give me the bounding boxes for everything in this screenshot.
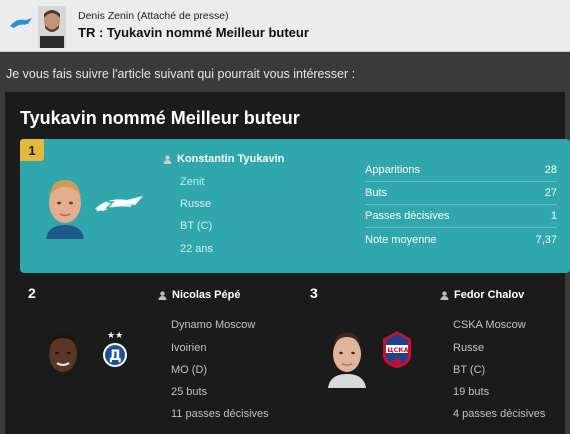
- stat-label: Apparitions: [365, 164, 421, 176]
- player-photo[interactable]: [40, 173, 90, 239]
- svg-text:Д: Д: [109, 348, 121, 364]
- rank-number: 2: [28, 285, 36, 301]
- svg-text:★★: ★★: [107, 331, 123, 341]
- player-position: MO (D): [171, 364, 208, 376]
- player-assists: 11 passes décisives: [171, 408, 269, 420]
- rank-badge: 1: [20, 139, 44, 161]
- second-place-card: 2 ★★ Д Nicolas Pépé Dynamo Moscow Ivoiri…: [20, 281, 290, 434]
- stat-row: Apparitions 28: [365, 159, 557, 182]
- stat-row: Buts 27: [365, 182, 557, 205]
- zenit-badge-icon: [95, 196, 143, 212]
- person-icon: [440, 290, 449, 300]
- stat-row: Passes décisives 1: [365, 205, 557, 228]
- player-age: 22 ans: [180, 243, 214, 255]
- stat-value: 1: [550, 210, 557, 222]
- player-photo[interactable]: [40, 326, 86, 388]
- player-club[interactable]: Zenit: [180, 176, 204, 188]
- first-place-card: 1 Konstantin Tyukavin Zenit Russe BT (C)…: [20, 139, 570, 273]
- stat-label: Buts: [365, 187, 388, 199]
- player-goals: 19 buts: [453, 386, 490, 398]
- player-club[interactable]: CSKA Moscow: [453, 319, 526, 331]
- person-icon: [158, 290, 167, 300]
- stat-value: 28: [544, 164, 557, 176]
- stat-label: Passes décisives: [365, 210, 450, 222]
- sender-role: (Attaché de presse): [136, 10, 229, 22]
- player-name-text: Fedor Chalov: [454, 289, 525, 301]
- player-name-text: Nicolas Pépé: [172, 289, 241, 301]
- rank-number: 3: [310, 285, 318, 301]
- player-club[interactable]: Dynamo Moscow: [171, 319, 255, 331]
- player-nationality: Ivoirien: [171, 342, 207, 354]
- article-title: Tyukavin nommé Meilleur buteur: [20, 108, 300, 128]
- sender-avatar[interactable]: [38, 6, 66, 48]
- player-nationality: Russe: [180, 198, 212, 210]
- sender-name[interactable]: Denis Zenin: [78, 10, 134, 22]
- svg-text:ЦСКА: ЦСКА: [388, 346, 409, 354]
- player-nationality: Russe: [453, 342, 485, 354]
- player-photo[interactable]: [324, 326, 370, 388]
- stat-label: Note moyenne: [365, 233, 437, 246]
- player-name[interactable]: Konstantin Tyukavin: [163, 153, 284, 165]
- player-name[interactable]: Fedor Chalov: [440, 289, 524, 301]
- dynamo-badge-icon: ★★ Д: [103, 331, 127, 367]
- player-goals: 25 buts: [171, 386, 208, 398]
- cska-badge-icon: ЦСКА: [383, 331, 411, 368]
- player-name[interactable]: Nicolas Pépé: [158, 289, 240, 301]
- player-position: BT (C): [453, 364, 486, 376]
- player-name-text: Konstantin Tyukavin: [177, 153, 285, 165]
- stat-value: 7,37: [535, 233, 557, 246]
- article-panel: Tyukavin nommé Meilleur buteur 1 Konstan…: [5, 92, 570, 434]
- intro-text: Je vous fais suivre l'article suivant qu…: [6, 67, 356, 81]
- player-position: BT (C): [180, 220, 213, 232]
- zenit-badge-icon: [10, 18, 32, 28]
- message-subject: TR : Tyukavin nommé Meilleur buteur: [78, 25, 309, 40]
- person-icon: [163, 154, 172, 164]
- stat-value: 27: [544, 187, 557, 199]
- player-assists: 4 passes décisives: [453, 408, 546, 420]
- sender-info: Denis Zenin (Attaché de presse): [78, 10, 229, 22]
- third-place-card: 3 ЦСКА Fedor Chalov CSKA Moscow Russe BT…: [302, 281, 564, 434]
- message-header: Denis Zenin (Attaché de presse) TR : Tyu…: [0, 0, 570, 52]
- stat-row: Note moyenne 7,37: [365, 228, 557, 251]
